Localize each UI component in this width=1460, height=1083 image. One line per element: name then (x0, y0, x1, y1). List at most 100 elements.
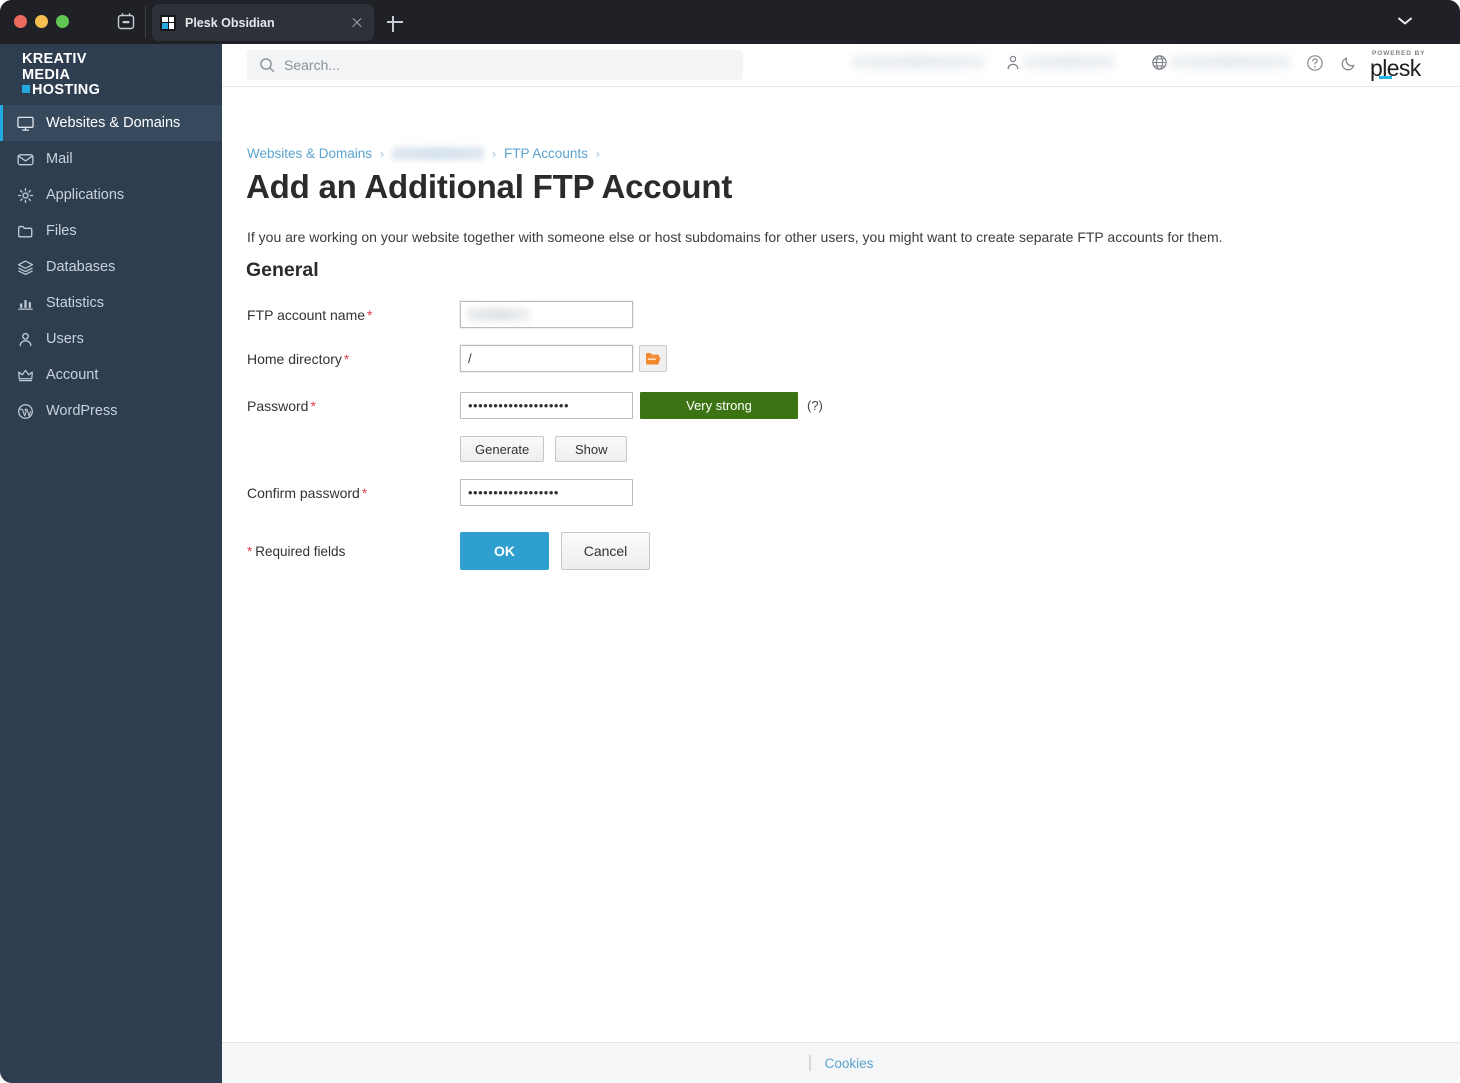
label-text: FTP account name (247, 306, 366, 323)
sidebar-nav-list: Websites & Domains Mail Applications Fil… (0, 105, 222, 429)
maximize-window-button[interactable] (56, 15, 69, 28)
close-icon[interactable] (348, 14, 366, 32)
confirm-password-input[interactable]: •••••••••••••••••• (460, 479, 633, 506)
brand-line-3-wrap: HOSTING (22, 82, 100, 99)
breadcrumb-separator: › (492, 146, 497, 161)
new-tab-icon[interactable] (385, 12, 405, 32)
label-home-directory: Home directory * (247, 351, 460, 367)
sidebar-item-websites-domains[interactable]: Websites & Domains (0, 105, 222, 141)
label-text: Confirm password (247, 484, 360, 501)
form-row-home-directory: Home directory * (247, 345, 1147, 372)
window-traffic-lights (14, 15, 69, 28)
sidebar: KREATIV MEDIA HOSTING Websites & Domains (0, 44, 222, 1083)
breadcrumb-item-ftp-accounts[interactable]: FTP Accounts (504, 146, 588, 161)
page-root: KREATIV MEDIA HOSTING Websites & Domains (0, 44, 1460, 1083)
required-marker: * (310, 397, 316, 414)
breadcrumb-separator: › (595, 146, 600, 161)
database-stack-icon (16, 258, 35, 277)
footer-divider (808, 1055, 811, 1071)
brand-logo[interactable]: KREATIV MEDIA HOSTING (22, 51, 100, 99)
required-marker: * (367, 306, 373, 323)
browser-sidebar-toggle-icon[interactable] (115, 12, 137, 32)
sidebar-item-mail[interactable]: Mail (0, 141, 222, 177)
monitor-icon (16, 114, 35, 133)
password-input[interactable]: •••••••••••••••••••• (460, 392, 633, 419)
crown-icon (16, 366, 35, 385)
sidebar-item-label: Mail (46, 151, 73, 167)
page-description: If you are working on your website toget… (247, 229, 1223, 245)
browse-directory-button[interactable] (639, 345, 667, 372)
required-marker: * (247, 543, 253, 559)
sidebar-item-account[interactable]: Account (0, 357, 222, 393)
domain-name-redacted[interactable] (1170, 55, 1291, 69)
plesk-accent-underline (1379, 76, 1392, 79)
search-input[interactable]: Search... (247, 50, 743, 80)
page-title: Add an Additional FTP Account (246, 168, 733, 205)
browser-titlebar: Plesk Obsidian (0, 0, 1460, 44)
bar-chart-icon (16, 294, 35, 313)
sidebar-item-label: Account (46, 367, 99, 383)
label-confirm-password: Confirm password * (247, 485, 460, 501)
chevron-down-icon[interactable] (1396, 14, 1414, 26)
globe-icon (1151, 54, 1168, 71)
envelope-icon (16, 150, 35, 169)
sidebar-item-label: Statistics (46, 295, 105, 311)
browser-tab-title: Plesk Obsidian (185, 15, 275, 30)
page-footer: Cookies (222, 1042, 1460, 1083)
brand-line-1: KREATIV (22, 51, 87, 67)
sidebar-item-label: WordPress (46, 403, 118, 419)
close-window-button[interactable] (14, 15, 27, 28)
ok-button[interactable]: OK (460, 532, 549, 570)
sidebar-item-users[interactable]: Users (0, 321, 222, 357)
question-circle-icon[interactable] (1306, 54, 1324, 72)
user-name-redacted[interactable] (1022, 55, 1115, 69)
plesk-logo[interactable]: POWERED BY plesk (1368, 50, 1448, 83)
label-password: Password * (247, 398, 460, 414)
moon-icon[interactable] (1340, 54, 1358, 72)
sidebar-item-wordpress[interactable]: WordPress (0, 393, 222, 429)
main-content: Websites & Domains › › FTP Accounts › Ad… (222, 87, 1460, 1083)
tab-strip-divider (145, 6, 146, 38)
sidebar-item-databases[interactable]: Databases (0, 249, 222, 285)
required-fields-note: * Required fields (247, 544, 460, 559)
wordpress-icon (16, 402, 35, 421)
sidebar-item-files[interactable]: Files (0, 213, 222, 249)
gear-icon (16, 186, 35, 205)
section-title-general: General (246, 259, 319, 281)
ftp-account-name-redacted-overlay (468, 308, 530, 321)
brand-line-2: MEDIA (22, 66, 71, 83)
breadcrumb-item-websites-domains[interactable]: Websites & Domains (247, 146, 372, 161)
sidebar-item-label: Websites & Domains (46, 115, 181, 131)
cancel-button[interactable]: Cancel (561, 532, 650, 570)
sidebar-item-applications[interactable]: Applications (0, 177, 222, 213)
sidebar-item-label: Databases (46, 259, 116, 275)
label-text: Home directory (247, 350, 342, 367)
plesk-wordmark: plesk (1370, 55, 1448, 81)
show-password-button[interactable]: Show (555, 436, 628, 462)
folder-open-icon (645, 353, 661, 365)
generate-password-button[interactable]: Generate (460, 436, 545, 462)
search-icon (259, 57, 275, 73)
breadcrumb: Websites & Domains › › FTP Accounts › (247, 146, 608, 161)
minimize-window-button[interactable] (35, 15, 48, 28)
sidebar-item-label: Applications (46, 187, 125, 203)
breadcrumb-separator: › (380, 146, 385, 161)
sidebar-item-statistics[interactable]: Statistics (0, 285, 222, 321)
plesk-wordmark-text: plesk (1370, 55, 1421, 81)
cookies-link[interactable]: Cookies (825, 1056, 874, 1071)
password-strength-help-icon[interactable]: (?) (807, 398, 823, 413)
home-directory-input[interactable] (460, 345, 633, 372)
server-name-redacted[interactable] (851, 55, 986, 69)
password-strength-badge: Very strong (640, 392, 798, 419)
required-marker: * (343, 350, 350, 367)
form-row-password-buttons: Generate Show (247, 436, 1147, 462)
form-row-ftp-account-name: FTP account name * (247, 301, 1147, 328)
label-text: Password (247, 397, 309, 414)
breadcrumb-item-redacted[interactable] (392, 147, 485, 160)
sidebar-item-label: Users (46, 331, 84, 347)
folder-icon (16, 222, 35, 241)
person-icon (1005, 54, 1021, 71)
browser-tab[interactable]: Plesk Obsidian (152, 4, 374, 41)
sidebar-item-label: Files (46, 223, 77, 239)
required-fields-text: Required fields (255, 543, 346, 559)
